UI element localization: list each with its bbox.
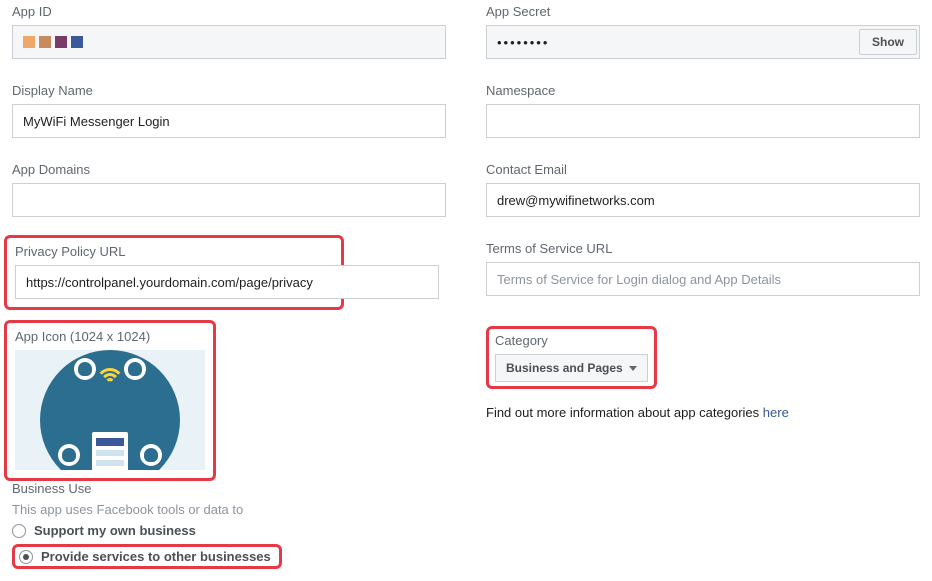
app-secret-masked: ••••••••: [487, 35, 857, 50]
display-name-field: Display Name: [12, 83, 446, 138]
business-use-sub: This app uses Facebook tools or data to: [12, 502, 446, 517]
tos-url-label: Terms of Service URL: [486, 241, 920, 256]
contact-email-input[interactable]: [486, 183, 920, 217]
app-domains-label: App Domains: [12, 162, 446, 177]
app-domains-input[interactable]: [12, 183, 446, 217]
privacy-url-label: Privacy Policy URL: [15, 244, 333, 259]
radio-icon: [19, 550, 33, 564]
business-use-section: Business Use This app uses Facebook tool…: [12, 481, 446, 569]
privacy-url-input[interactable]: [15, 265, 439, 299]
business-use-option-services[interactable]: Provide services to other businesses: [12, 544, 282, 569]
business-use-option-own[interactable]: Support my own business: [12, 523, 446, 538]
app-domains-field: App Domains: [12, 162, 446, 217]
tos-url-field: Terms of Service URL: [486, 241, 920, 296]
app-icon-preview[interactable]: [15, 350, 205, 470]
app-secret-field: App Secret •••••••• Show: [486, 4, 920, 59]
app-icon-field: App Icon (1024 x 1024) Business Use This…: [12, 326, 446, 569]
namespace-input[interactable]: [486, 104, 920, 138]
app-id-value: [12, 25, 446, 59]
display-name-label: Display Name: [12, 83, 446, 98]
app-id-label: App ID: [12, 4, 446, 19]
phone-icon: [90, 430, 130, 470]
category-help: Find out more information about app cate…: [486, 405, 920, 420]
category-selected: Business and Pages: [506, 361, 623, 375]
business-use-label: Business Use: [12, 481, 446, 496]
namespace-label: Namespace: [486, 83, 920, 98]
category-field: Category Business and Pages Find out mor…: [486, 326, 920, 420]
namespace-field: Namespace: [486, 83, 920, 138]
app-secret-label: App Secret: [486, 4, 920, 19]
app-id-field: App ID: [12, 4, 446, 59]
show-secret-button[interactable]: Show: [859, 29, 917, 55]
app-icon-label: App Icon (1024 x 1024): [15, 329, 205, 344]
category-dropdown[interactable]: Business and Pages: [495, 354, 648, 382]
radio-icon: [12, 524, 26, 538]
privacy-url-field: Privacy Policy URL: [12, 241, 446, 302]
chevron-down-icon: [629, 366, 637, 371]
wifi-icon: [93, 360, 127, 384]
radio-label: Provide services to other businesses: [41, 549, 271, 564]
contact-email-field: Contact Email: [486, 162, 920, 217]
radio-label: Support my own business: [34, 523, 196, 538]
tos-url-input[interactable]: [486, 262, 920, 296]
display-name-input[interactable]: [12, 104, 446, 138]
contact-email-label: Contact Email: [486, 162, 920, 177]
category-label: Category: [495, 333, 648, 348]
category-help-link[interactable]: here: [763, 405, 789, 420]
